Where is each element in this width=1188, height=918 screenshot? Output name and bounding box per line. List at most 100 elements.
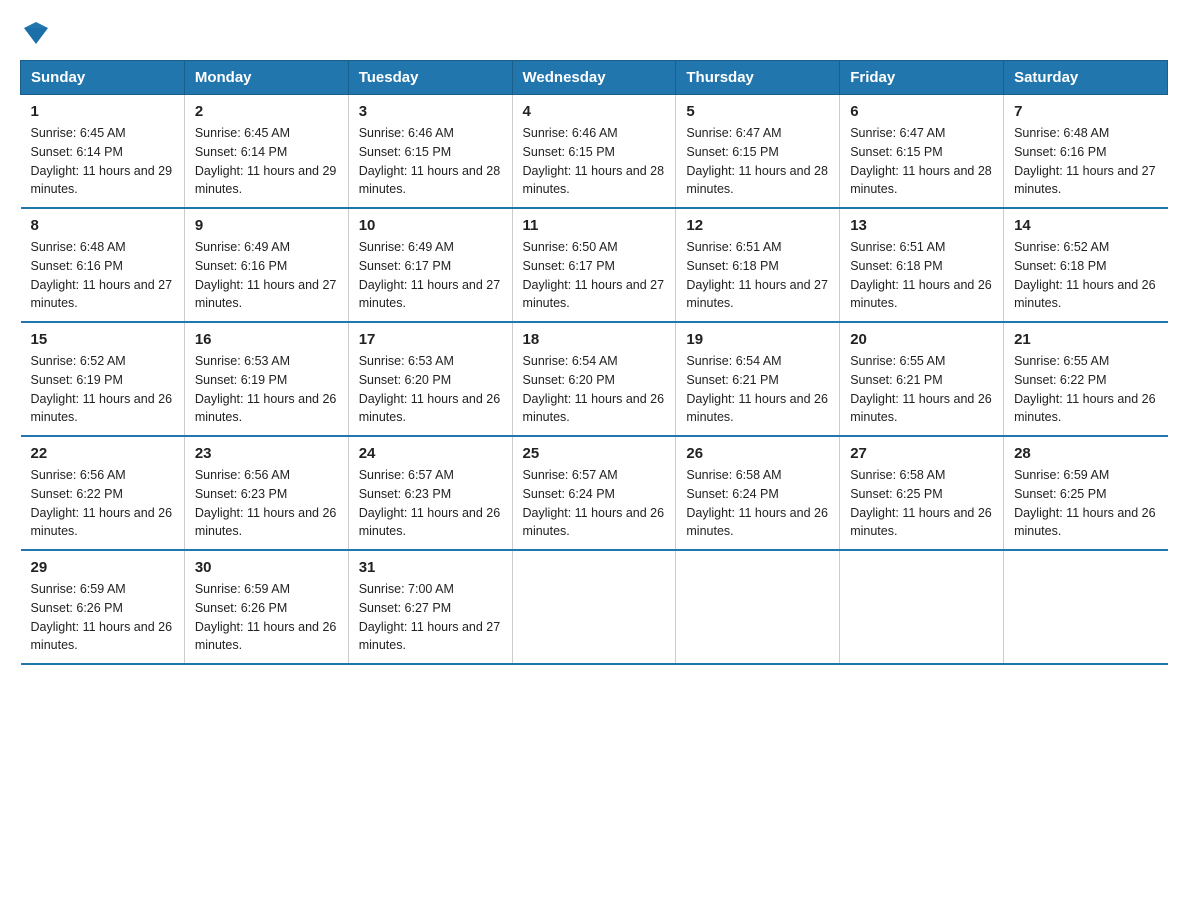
calendar-week-row: 15 Sunrise: 6:52 AMSunset: 6:19 PMDaylig…: [21, 322, 1168, 436]
calendar-week-row: 1 Sunrise: 6:45 AMSunset: 6:14 PMDayligh…: [21, 95, 1168, 209]
calendar-cell: 16 Sunrise: 6:53 AMSunset: 6:19 PMDaylig…: [184, 322, 348, 436]
day-info: Sunrise: 6:53 AMSunset: 6:19 PMDaylight:…: [195, 354, 337, 424]
day-number: 3: [359, 103, 502, 120]
calendar-cell: 24 Sunrise: 6:57 AMSunset: 6:23 PMDaylig…: [348, 436, 512, 550]
day-info: Sunrise: 6:59 AMSunset: 6:25 PMDaylight:…: [1014, 468, 1156, 538]
calendar-table: Sunday Monday Tuesday Wednesday Thursday…: [20, 60, 1168, 665]
day-info: Sunrise: 6:52 AMSunset: 6:18 PMDaylight:…: [1014, 240, 1156, 310]
day-info: Sunrise: 6:45 AMSunset: 6:14 PMDaylight:…: [31, 126, 173, 196]
day-number: 31: [359, 559, 502, 576]
day-info: Sunrise: 6:49 AMSunset: 6:17 PMDaylight:…: [359, 240, 501, 310]
day-number: 23: [195, 445, 338, 462]
day-info: Sunrise: 6:47 AMSunset: 6:15 PMDaylight:…: [850, 126, 992, 196]
calendar-cell: 3 Sunrise: 6:46 AMSunset: 6:15 PMDayligh…: [348, 95, 512, 209]
day-number: 4: [523, 103, 666, 120]
day-number: 29: [31, 559, 174, 576]
day-info: Sunrise: 6:47 AMSunset: 6:15 PMDaylight:…: [686, 126, 828, 196]
calendar-cell: [512, 550, 676, 664]
day-number: 17: [359, 331, 502, 348]
day-info: Sunrise: 6:45 AMSunset: 6:14 PMDaylight:…: [195, 126, 337, 196]
calendar-cell: 18 Sunrise: 6:54 AMSunset: 6:20 PMDaylig…: [512, 322, 676, 436]
calendar-cell: 27 Sunrise: 6:58 AMSunset: 6:25 PMDaylig…: [840, 436, 1004, 550]
day-number: 24: [359, 445, 502, 462]
calendar-cell: 19 Sunrise: 6:54 AMSunset: 6:21 PMDaylig…: [676, 322, 840, 436]
calendar-cell: 25 Sunrise: 6:57 AMSunset: 6:24 PMDaylig…: [512, 436, 676, 550]
day-number: 28: [1014, 445, 1157, 462]
day-info: Sunrise: 6:48 AMSunset: 6:16 PMDaylight:…: [31, 240, 173, 310]
header-wednesday: Wednesday: [512, 61, 676, 95]
day-number: 20: [850, 331, 993, 348]
day-number: 22: [31, 445, 174, 462]
day-number: 12: [686, 217, 829, 234]
calendar-cell: 29 Sunrise: 6:59 AMSunset: 6:26 PMDaylig…: [21, 550, 185, 664]
day-number: 6: [850, 103, 993, 120]
day-number: 9: [195, 217, 338, 234]
calendar-cell: 10 Sunrise: 6:49 AMSunset: 6:17 PMDaylig…: [348, 208, 512, 322]
calendar-cell: 5 Sunrise: 6:47 AMSunset: 6:15 PMDayligh…: [676, 95, 840, 209]
calendar-header-row: Sunday Monday Tuesday Wednesday Thursday…: [21, 61, 1168, 95]
day-info: Sunrise: 6:58 AMSunset: 6:25 PMDaylight:…: [850, 468, 992, 538]
calendar-cell: 11 Sunrise: 6:50 AMSunset: 6:17 PMDaylig…: [512, 208, 676, 322]
day-number: 15: [31, 331, 174, 348]
calendar-cell: 28 Sunrise: 6:59 AMSunset: 6:25 PMDaylig…: [1004, 436, 1168, 550]
day-info: Sunrise: 6:59 AMSunset: 6:26 PMDaylight:…: [195, 582, 337, 652]
day-info: Sunrise: 6:46 AMSunset: 6:15 PMDaylight:…: [359, 126, 501, 196]
day-number: 16: [195, 331, 338, 348]
calendar-cell: 8 Sunrise: 6:48 AMSunset: 6:16 PMDayligh…: [21, 208, 185, 322]
calendar-cell: [1004, 550, 1168, 664]
day-info: Sunrise: 6:57 AMSunset: 6:24 PMDaylight:…: [523, 468, 665, 538]
day-info: Sunrise: 6:51 AMSunset: 6:18 PMDaylight:…: [686, 240, 828, 310]
calendar-cell: 22 Sunrise: 6:56 AMSunset: 6:22 PMDaylig…: [21, 436, 185, 550]
day-number: 27: [850, 445, 993, 462]
day-number: 8: [31, 217, 174, 234]
day-info: Sunrise: 6:52 AMSunset: 6:19 PMDaylight:…: [31, 354, 173, 424]
calendar-week-row: 29 Sunrise: 6:59 AMSunset: 6:26 PMDaylig…: [21, 550, 1168, 664]
day-info: Sunrise: 7:00 AMSunset: 6:27 PMDaylight:…: [359, 582, 501, 652]
calendar-cell: 21 Sunrise: 6:55 AMSunset: 6:22 PMDaylig…: [1004, 322, 1168, 436]
calendar-cell: 1 Sunrise: 6:45 AMSunset: 6:14 PMDayligh…: [21, 95, 185, 209]
calendar-cell: 4 Sunrise: 6:46 AMSunset: 6:15 PMDayligh…: [512, 95, 676, 209]
day-info: Sunrise: 6:49 AMSunset: 6:16 PMDaylight:…: [195, 240, 337, 310]
day-info: Sunrise: 6:53 AMSunset: 6:20 PMDaylight:…: [359, 354, 501, 424]
day-info: Sunrise: 6:56 AMSunset: 6:23 PMDaylight:…: [195, 468, 337, 538]
day-number: 1: [31, 103, 174, 120]
calendar-cell: 13 Sunrise: 6:51 AMSunset: 6:18 PMDaylig…: [840, 208, 1004, 322]
day-info: Sunrise: 6:51 AMSunset: 6:18 PMDaylight:…: [850, 240, 992, 310]
day-info: Sunrise: 6:56 AMSunset: 6:22 PMDaylight:…: [31, 468, 173, 538]
day-info: Sunrise: 6:59 AMSunset: 6:26 PMDaylight:…: [31, 582, 173, 652]
header-monday: Monday: [184, 61, 348, 95]
calendar-cell: 9 Sunrise: 6:49 AMSunset: 6:16 PMDayligh…: [184, 208, 348, 322]
calendar-week-row: 22 Sunrise: 6:56 AMSunset: 6:22 PMDaylig…: [21, 436, 1168, 550]
logo-icon: [22, 20, 50, 48]
header-thursday: Thursday: [676, 61, 840, 95]
day-number: 10: [359, 217, 502, 234]
day-number: 11: [523, 217, 666, 234]
header-saturday: Saturday: [1004, 61, 1168, 95]
day-info: Sunrise: 6:58 AMSunset: 6:24 PMDaylight:…: [686, 468, 828, 538]
day-number: 18: [523, 331, 666, 348]
calendar-cell: [676, 550, 840, 664]
day-number: 13: [850, 217, 993, 234]
header-tuesday: Tuesday: [348, 61, 512, 95]
calendar-cell: 2 Sunrise: 6:45 AMSunset: 6:14 PMDayligh…: [184, 95, 348, 209]
day-number: 26: [686, 445, 829, 462]
calendar-cell: 7 Sunrise: 6:48 AMSunset: 6:16 PMDayligh…: [1004, 95, 1168, 209]
day-number: 7: [1014, 103, 1157, 120]
calendar-cell: 15 Sunrise: 6:52 AMSunset: 6:19 PMDaylig…: [21, 322, 185, 436]
calendar-cell: [840, 550, 1004, 664]
calendar-cell: 30 Sunrise: 6:59 AMSunset: 6:26 PMDaylig…: [184, 550, 348, 664]
day-number: 2: [195, 103, 338, 120]
calendar-cell: 12 Sunrise: 6:51 AMSunset: 6:18 PMDaylig…: [676, 208, 840, 322]
day-number: 25: [523, 445, 666, 462]
day-number: 30: [195, 559, 338, 576]
calendar-cell: 20 Sunrise: 6:55 AMSunset: 6:21 PMDaylig…: [840, 322, 1004, 436]
day-info: Sunrise: 6:57 AMSunset: 6:23 PMDaylight:…: [359, 468, 501, 538]
day-info: Sunrise: 6:50 AMSunset: 6:17 PMDaylight:…: [523, 240, 665, 310]
calendar-cell: 17 Sunrise: 6:53 AMSunset: 6:20 PMDaylig…: [348, 322, 512, 436]
day-info: Sunrise: 6:46 AMSunset: 6:15 PMDaylight:…: [523, 126, 665, 196]
day-info: Sunrise: 6:55 AMSunset: 6:21 PMDaylight:…: [850, 354, 992, 424]
day-number: 14: [1014, 217, 1157, 234]
calendar-cell: 14 Sunrise: 6:52 AMSunset: 6:18 PMDaylig…: [1004, 208, 1168, 322]
day-number: 19: [686, 331, 829, 348]
calendar-week-row: 8 Sunrise: 6:48 AMSunset: 6:16 PMDayligh…: [21, 208, 1168, 322]
